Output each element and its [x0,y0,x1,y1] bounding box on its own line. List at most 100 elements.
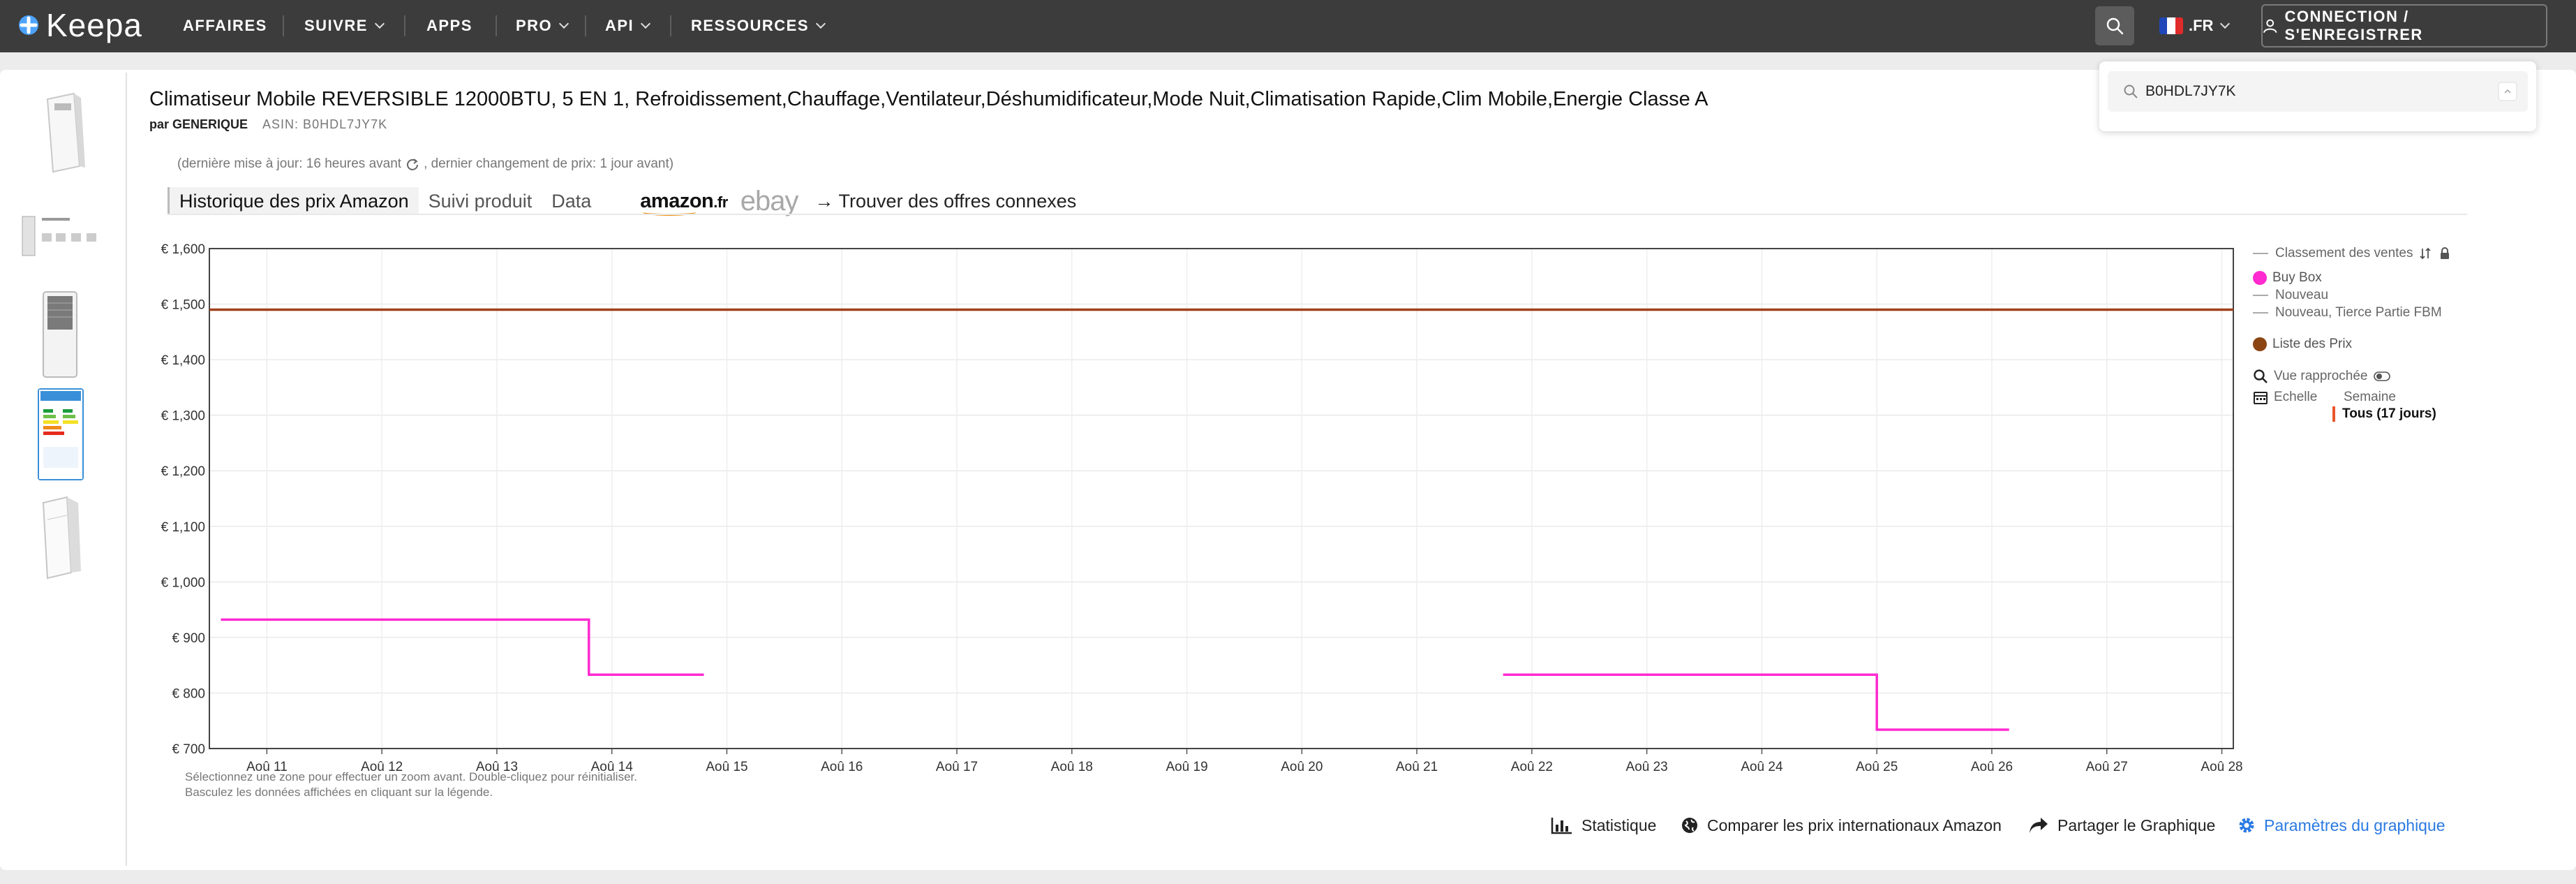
magnifier-icon [2254,369,2268,383]
chart-hint: Sélectionnez une zone pour effectuer un … [185,769,637,800]
nav-affaires[interactable]: AFFAIRES [183,15,267,36]
keepa-logo-icon [19,15,38,35]
legend-new-fbm[interactable]: Nouveau, Tierce Partie FBM [2253,305,2442,321]
product-thumbnail-2[interactable] [18,208,107,261]
refresh-icon[interactable] [405,157,419,171]
logo-text: Keepa [46,7,143,43]
top-nav-bar: Keepa AFFAIRES SUIVRE APPS PRO API RESSO… [0,0,2576,52]
search-icon [2124,84,2138,98]
ebay-logo[interactable]: ebay [740,186,799,217]
nav-separator [585,15,586,36]
x-tick-label: Aoû 23 [1626,760,1668,774]
x-tick-label: Aoû 21 [1396,760,1438,774]
x-tick-label: Aoû 16 [821,760,863,774]
x-tick-label: Aoû 28 [2201,760,2242,774]
legend-scale: Echelle [2253,390,2317,405]
bar-chart-icon [1551,818,1572,834]
y-tick-label: € 1,200 [161,464,205,479]
legend-sales-rank[interactable]: Classement des ventes [2253,246,2451,261]
chevron-down-icon [2220,18,2231,29]
x-tick-label: Aoû 27 [2086,760,2128,774]
chevron-down-icon [641,18,651,29]
price-history-chart[interactable]: € 700 € 800 € 900 € 1,000 € 1,100 € 1,200 € 1,… [140,237,2254,775]
calendar-icon [2254,392,2268,404]
x-tick-label: Aoû 22 [1511,760,1553,774]
compare-international-prices-link[interactable]: Comparer les prix internationaux Amazon [1681,814,2002,837]
search-dropdown [2099,61,2536,131]
chart-hint-line-1: Sélectionnez une zone pour effectuer un … [185,770,637,783]
amazon-fr-logo[interactable]: amazon.fr [640,190,728,216]
nav-suivre[interactable]: SUIVRE [304,15,385,36]
user-icon [2263,19,2277,34]
series-line-buy-box [1503,673,2009,731]
share-chart-link[interactable]: Partager le Graphique [2028,814,2215,837]
buy-box-color-dot [2253,271,2267,285]
x-tick-label: Aoû 17 [936,760,978,774]
product-thumbnail-3[interactable] [39,289,81,380]
last-update-info: (dernière mise à jour: 16 heures avant ,… [177,156,674,171]
search-button[interactable] [2095,6,2134,45]
y-tick-label: € 800 [172,686,205,701]
x-tick-label: Aoû 26 [1971,760,2013,774]
search-icon [2106,17,2124,35]
keepa-logo[interactable]: Keepa [18,4,142,46]
product-thumbnail-energy-label[interactable] [38,388,84,480]
product-thumbnail-1[interactable] [35,89,91,177]
product-thumbnail-5[interactable] [36,492,85,581]
scale-all-option[interactable]: Tous (17 jours) [2332,406,2436,422]
nav-api[interactable]: API [605,15,651,36]
nav-ressources[interactable]: RESSOURCES [691,15,826,36]
list-price-color-dot [2253,337,2267,351]
legend-buy-box[interactable]: Buy Box [2253,270,2322,286]
legend-list-price[interactable]: Liste des Prix [2253,337,2352,352]
globe-icon [1682,818,1697,833]
chart-tabs: Historique des prix Amazon Suivi produit… [167,186,1077,217]
product-title: Climatiseur Mobile REVERSIBLE 12000BTU, … [149,88,1708,110]
legend-new[interactable]: Nouveau [2253,288,2328,303]
thumbnail-divider [126,73,127,866]
gear-icon [2239,818,2254,833]
sort-icon[interactable] [2419,246,2433,260]
x-tick-label: Aoû 20 [1281,760,1323,774]
statistics-link[interactable]: Statistique [1551,814,1656,837]
chart-hint-line-2: Basculez les données affichées en cliqua… [185,786,493,799]
scale-week-option[interactable]: Semaine [2344,390,2396,405]
search-input[interactable] [2145,83,2480,100]
y-tick-label: € 1,100 [161,520,205,535]
y-tick-label: € 1,500 [161,298,205,313]
share-icon [2030,818,2048,833]
product-brand[interactable]: par GENERIQUE [149,117,248,131]
lock-icon [2440,247,2449,259]
chart-settings-link[interactable]: Paramètres du graphique [2238,814,2445,837]
y-tick-label: € 1,000 [161,575,205,590]
toggle-icon[interactable] [2373,371,2390,382]
y-tick-label: € 900 [172,631,205,646]
nav-apps[interactable]: APPS [426,15,472,36]
tabs-underline [167,214,2467,215]
chevron-down-icon [374,18,385,29]
nav-separator [496,15,497,36]
plot-frame [209,248,2234,749]
nav-separator [404,15,405,36]
x-tick-label: Aoû 18 [1051,760,1093,774]
series-line-buy-box [221,618,704,676]
x-tick-label: Aoû 19 [1166,760,1207,774]
language-label: .FR [2189,17,2214,34]
x-tick-label: Aoû 25 [1856,760,1898,774]
legend-zoom-toggle[interactable]: Vue rapprochée [2253,369,2390,384]
france-flag-icon [2159,17,2183,34]
y-tick-label: € 1,600 [161,242,205,257]
chevron-down-icon [559,18,569,29]
language-selector[interactable]: .FR [2159,14,2231,38]
y-tick-label: € 1,400 [161,353,205,368]
x-tick-label: Aoû 24 [1741,760,1783,774]
connect-register-button[interactable]: CONNECTION / S'ENREGISTRER [2261,4,2547,47]
tab-data[interactable]: Data [542,187,601,215]
clear-icon[interactable] [2497,81,2518,102]
chevron-down-icon [815,18,826,29]
nav-pro[interactable]: PRO [516,15,569,36]
nav-separator [283,15,284,36]
find-related-offers-link[interactable]: → Trouver des offres connexes [815,191,1077,212]
tab-amazon-price-history[interactable]: Historique des prix Amazon [167,187,419,215]
tab-product-tracking[interactable]: Suivi produit [419,187,542,215]
